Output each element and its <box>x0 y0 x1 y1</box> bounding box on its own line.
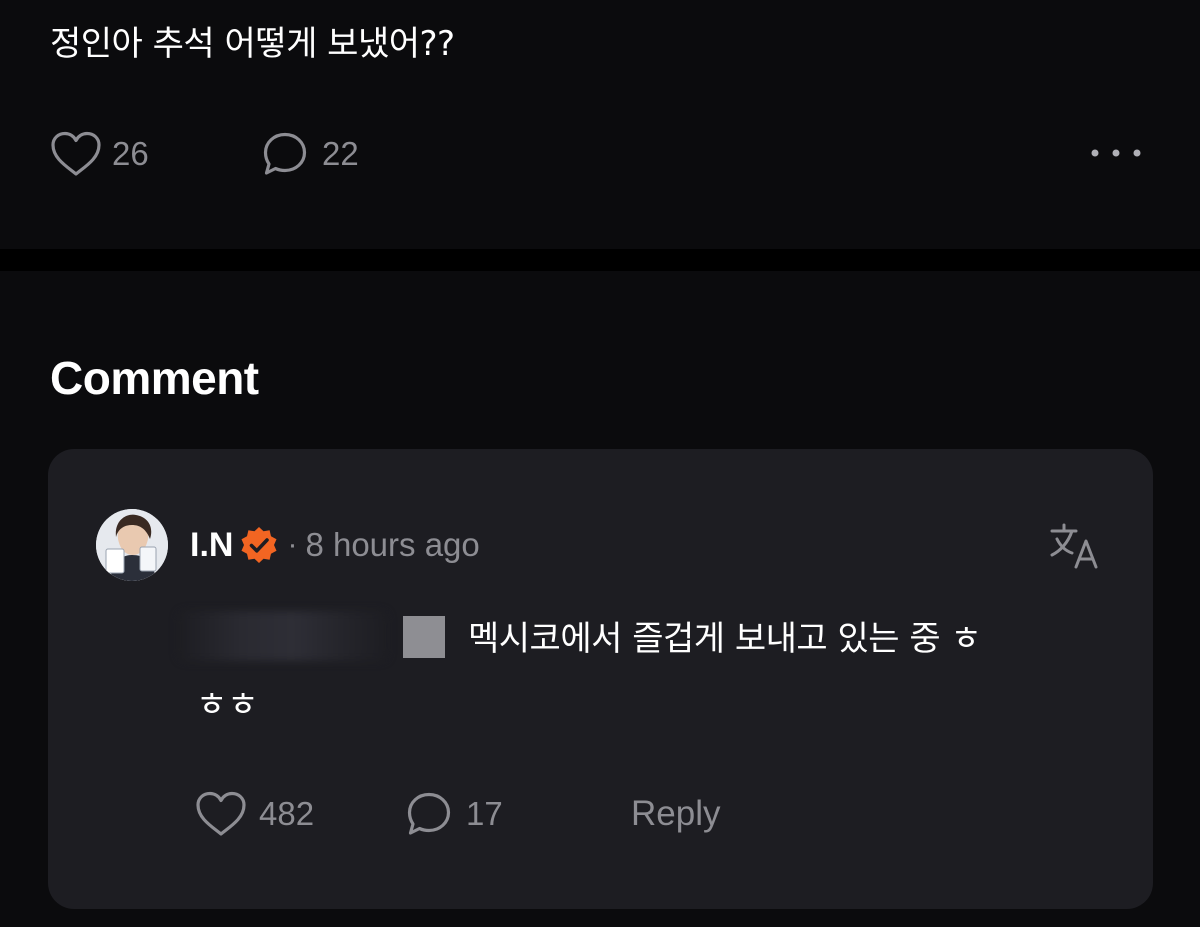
obscured-mention <box>178 611 388 661</box>
comment-meta: I.N · 8 hours ago <box>190 525 480 565</box>
comment-timestamp: 8 hours ago <box>305 526 480 563</box>
comment-replies-button[interactable]: 17 <box>406 791 503 837</box>
translate-icon[interactable] <box>1048 519 1102 573</box>
comment-like-count: 482 <box>259 795 315 832</box>
heart-icon <box>196 791 246 836</box>
post: 정인아 추석 어떻게 보냈어?? 26 22 <box>0 0 1200 249</box>
avatar[interactable] <box>96 509 168 581</box>
comments-heading: Comment <box>50 352 259 404</box>
comment-text: 멕시코에서 즐겁게 보내고 있는 중 ㅎ <box>468 619 982 659</box>
post-text: 정인아 추석 어떻게 보냈어?? <box>50 24 455 64</box>
section-divider <box>0 249 1200 271</box>
post-comment-count: 22 <box>322 135 359 172</box>
post-like-button[interactable]: 26 <box>50 131 149 177</box>
meta-separator: · <box>287 528 298 561</box>
obscured-emoji <box>403 616 445 658</box>
more-horizontal-icon[interactable] <box>1088 145 1144 161</box>
avatar-image <box>96 509 168 581</box>
comment-reply-count: 17 <box>466 795 503 832</box>
author-name[interactable]: I.N <box>190 526 233 565</box>
post-like-count: 26 <box>112 135 149 172</box>
post-comment-button[interactable]: 22 <box>262 131 359 177</box>
heart-icon <box>51 131 101 176</box>
comment-text-continued: ㅎㅎ <box>196 685 259 725</box>
comments-section: Comment I.N · 8 hours ago 멕시코에서 즐겁게 보내고 … <box>0 271 1200 927</box>
comment-card: I.N · 8 hours ago 멕시코에서 즐겁게 보내고 있는 중 ㅎ ㅎ… <box>48 449 1153 909</box>
comment-like-button[interactable]: 482 <box>195 791 314 837</box>
comment-bubble-icon <box>263 132 307 175</box>
reply-button[interactable]: Reply <box>631 794 720 834</box>
verified-badge-icon <box>241 527 277 563</box>
comment-bubble-icon <box>407 792 451 835</box>
